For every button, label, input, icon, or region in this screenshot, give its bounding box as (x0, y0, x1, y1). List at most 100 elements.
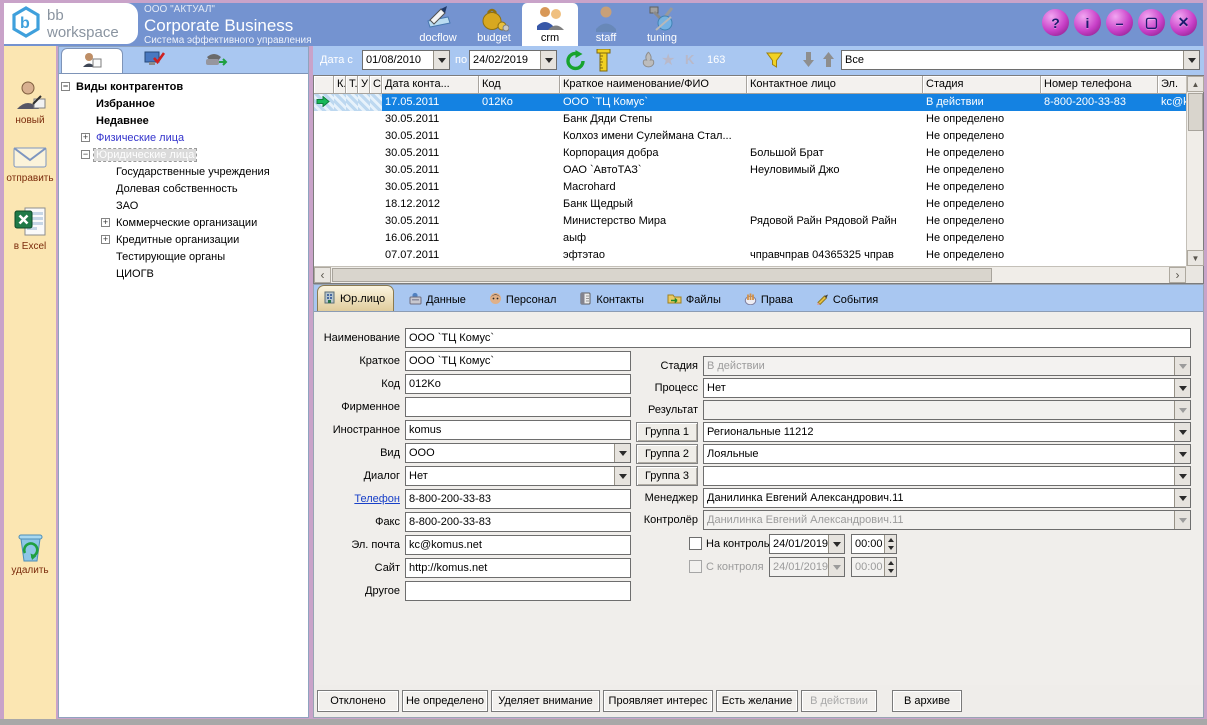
rail-button-excel[interactable]: в Excel (4, 206, 56, 252)
text-field[interactable]: ООО `ТЦ Комус` (405, 328, 1191, 348)
spin-down-button[interactable] (885, 544, 896, 553)
expand-toggle[interactable]: + (101, 235, 110, 244)
column-header[interactable]: К. (334, 76, 346, 94)
refresh-icon[interactable] (565, 50, 587, 74)
combo-field[interactable]: Региональные 11212 (703, 422, 1191, 442)
rail-button-delete[interactable]: удалить (4, 532, 56, 576)
detail-tab[interactable]: Юр.лицо (317, 285, 394, 311)
table-row[interactable]: 30.05.2011Министерство МираРядовой Райн … (314, 213, 1186, 230)
tree-tab-tasks[interactable] (123, 48, 185, 73)
info-button[interactable]: i (1074, 9, 1101, 36)
stage-button[interactable]: Уделяет внимание (491, 690, 600, 712)
funnel-icon[interactable] (765, 51, 784, 73)
detail-tab[interactable]: Права (739, 288, 801, 311)
close-button[interactable]: ✕ (1170, 9, 1197, 36)
dropdown-arrow-icon[interactable] (1174, 489, 1190, 507)
table-row[interactable]: 30.05.2011Колхоз имени Сулеймана Стал...… (314, 128, 1186, 145)
stage-button[interactable]: Есть желание (716, 690, 798, 712)
help-button[interactable]: ? (1042, 9, 1069, 36)
scroll-left-button[interactable]: ‹ (314, 267, 331, 283)
spin-up-button[interactable] (885, 535, 896, 544)
detail-tab[interactable]: Файлы (662, 288, 729, 311)
tree-item[interactable]: Государственные учреждения (59, 163, 308, 180)
detail-tab[interactable]: Контакты (574, 288, 652, 311)
rail-button-new[interactable]: новый (4, 80, 56, 126)
stage-button[interactable]: Не определено (402, 690, 488, 712)
collapse-toggle[interactable]: − (81, 150, 90, 159)
module-tab-docflow[interactable]: docflow (410, 3, 466, 46)
dropdown-arrow-icon[interactable] (433, 51, 449, 69)
table-row[interactable]: 30.05.2011MacrohardНе определено (314, 179, 1186, 196)
dropdown-arrow-icon[interactable] (1174, 379, 1190, 397)
scroll-down-button[interactable]: ▼ (1187, 250, 1204, 266)
tree-item[interactable]: Избранное (59, 95, 308, 112)
detail-tab[interactable]: Данные (404, 288, 474, 311)
scroll-thumb[interactable] (1188, 93, 1203, 131)
column-header[interactable]: Эл. (1158, 76, 1186, 94)
group-button[interactable]: Группа 1 (636, 422, 698, 442)
scroll-thumb[interactable] (332, 268, 992, 282)
vertical-scrollbar[interactable]: ▲ ▼ (1186, 76, 1203, 266)
table-row[interactable]: 17.05.2011012КоООО `ТЦ Комус`В действии8… (314, 94, 1186, 111)
tree-item[interactable]: −Юридические лица (59, 146, 308, 163)
column-header[interactable]: Т. (346, 76, 358, 94)
table-row[interactable]: 30.05.2011Банк Дяди СтепыНе определено (314, 111, 1186, 128)
detail-tab[interactable]: События (811, 288, 886, 311)
move-down-icon[interactable] (801, 50, 816, 72)
maximize-button[interactable]: ▢ (1138, 9, 1165, 36)
combo-field[interactable]: Лояльные (703, 444, 1191, 464)
module-tab-crm[interactable]: crm (522, 3, 578, 46)
dropdown-arrow-icon[interactable] (1183, 51, 1199, 69)
move-up-icon[interactable] (821, 50, 836, 72)
tree-item[interactable]: ЗАО (59, 197, 308, 214)
table-row[interactable]: 16.06.2011аыфНе определено (314, 230, 1186, 247)
date-to-picker[interactable]: 24/02/2019 (469, 50, 557, 70)
column-header[interactable]: Контактное лицо (747, 76, 923, 94)
stage-button[interactable]: В архиве (892, 690, 962, 712)
minimize-button[interactable]: – (1106, 9, 1133, 36)
tree-item[interactable]: +Физические лица (59, 129, 308, 146)
date-from-picker[interactable]: 01/08/2010 (362, 50, 450, 70)
column-header[interactable]: С. (370, 76, 382, 94)
detail-tab[interactable]: Персонал (484, 288, 565, 311)
column-header[interactable] (314, 76, 334, 94)
table-row[interactable]: 30.05.2011ОАО `АвтоТАЗ`Неуловимый ДжоНе … (314, 162, 1186, 179)
stage-button[interactable]: Отклонено (317, 690, 399, 712)
scroll-up-button[interactable]: ▲ (1187, 76, 1204, 92)
module-tab-budget[interactable]: budget (466, 3, 522, 46)
tree-item[interactable]: +Кредитные организации (59, 231, 308, 248)
text-field[interactable] (405, 581, 631, 601)
tree-item[interactable]: ЦИОГВ (59, 265, 308, 282)
column-header[interactable]: Дата конта... (382, 76, 479, 94)
combo-field[interactable]: Данилинка Евгений Александрович.11 (703, 488, 1191, 508)
star-icon[interactable]: ★ (661, 50, 675, 70)
dropdown-arrow-icon[interactable] (1174, 445, 1190, 463)
category-filter-select[interactable]: Все (841, 50, 1200, 70)
combo-field[interactable] (703, 466, 1191, 486)
k-filter-icon[interactable]: K (685, 52, 694, 67)
stage-button[interactable]: Проявляет интерес (603, 690, 713, 712)
tree-item[interactable]: Тестирующие органы (59, 248, 308, 265)
dropdown-arrow-icon[interactable] (1174, 423, 1190, 441)
table-row[interactable]: 07.07.2011эфтэтаочправчправ 04365325 чпр… (314, 247, 1186, 264)
rail-button-send[interactable]: отправить (4, 144, 56, 184)
expand-toggle[interactable]: + (101, 218, 110, 227)
module-tab-staff[interactable]: staff (578, 3, 634, 46)
module-tab-tuning[interactable]: tuning (634, 3, 690, 46)
tree-item[interactable]: +Коммерческие организации (59, 214, 308, 231)
tree-item[interactable]: −Виды контрагентов (59, 78, 308, 95)
control-date-picker[interactable]: 24/01/2019 (769, 534, 845, 554)
column-header[interactable]: Код (479, 76, 560, 94)
tree-tab-contractors[interactable] (61, 48, 123, 73)
flame-icon[interactable] (641, 51, 656, 73)
group-button[interactable]: Группа 3 (636, 466, 698, 486)
tree-item[interactable]: Недавнее (59, 112, 308, 129)
column-header[interactable]: Стадия (923, 76, 1041, 94)
ruler-icon[interactable] (595, 49, 612, 75)
time-spinner[interactable]: 00:00 (851, 534, 897, 554)
combo-field[interactable]: Нет (703, 378, 1191, 398)
dropdown-arrow-icon[interactable] (828, 535, 844, 553)
column-header[interactable]: Краткое наименование/ФИО (560, 76, 747, 94)
tree-tab-calls[interactable] (185, 48, 247, 73)
dropdown-arrow-icon[interactable] (540, 51, 556, 69)
